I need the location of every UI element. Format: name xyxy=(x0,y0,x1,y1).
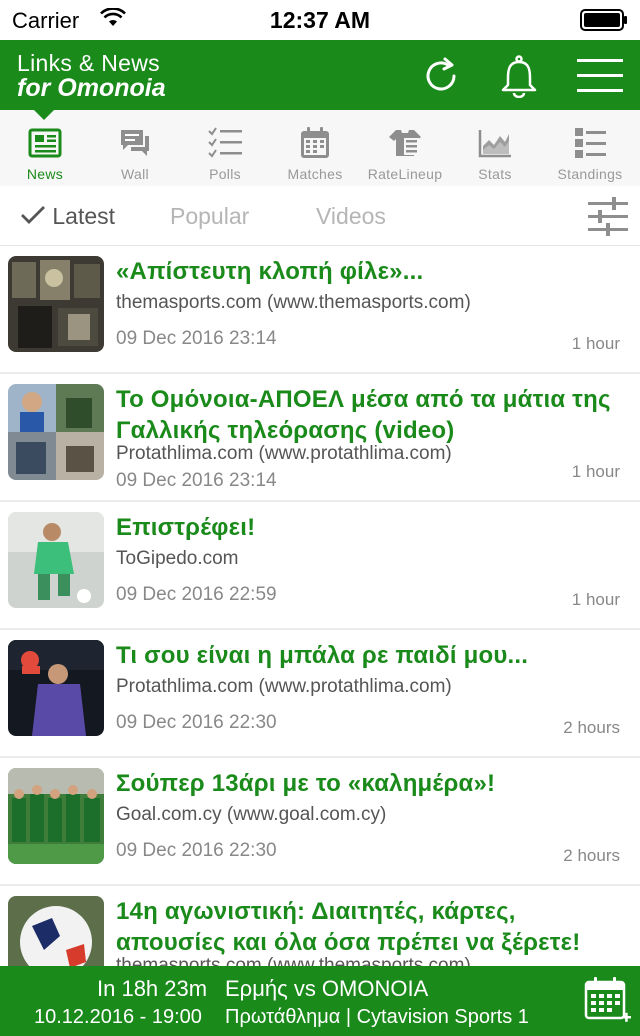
news-icon xyxy=(28,128,62,158)
status-bar: Carrier 12:37 AM xyxy=(0,0,640,40)
clock: 12:37 AM xyxy=(269,7,371,33)
wall-chat-icon xyxy=(121,130,149,156)
news-item[interactable]: Τι σου είναι η μπάλα ρε παιδί μου... Pro… xyxy=(0,630,640,758)
bell-icon xyxy=(501,55,537,98)
checkmark-icon xyxy=(21,206,45,224)
tab-news[interactable]: News xyxy=(0,110,90,186)
news-date: 09 Dec 2016 22:30 xyxy=(116,712,277,733)
add-to-calendar-icon[interactable] xyxy=(584,976,632,1026)
news-list: «Απίστευτη κλοπή φίλε»... themasports.co… xyxy=(0,246,640,966)
news-age: 1 hour xyxy=(571,334,620,353)
active-tab-pointer xyxy=(32,108,56,120)
tab-polls-label: Polls xyxy=(209,166,241,182)
match-competition: Πρωτάθλημα | Cytavision Sports 1 xyxy=(225,1006,529,1028)
next-match-bar[interactable]: In 18h 23m Ερμής vs ΟΜΟΝΟΙΑ 10.12.2016 -… xyxy=(0,966,640,1036)
tab-wall-label: Wall xyxy=(121,166,149,182)
news-source: Goal.com.cy (www.goal.com.cy) xyxy=(116,804,387,825)
news-source: Protathlima.com (www.protathlima.com) xyxy=(116,443,452,464)
battery-icon xyxy=(580,9,627,31)
stats-chart-icon xyxy=(478,130,511,158)
news-source: ToGipedo.com xyxy=(116,548,239,569)
news-item[interactable]: «Απίστευτη κλοπή φίλε»... themasports.co… xyxy=(0,246,640,374)
news-title: «Απίστευτη κλοπή φίλε»... xyxy=(116,258,424,285)
tab-matches-label: Matches xyxy=(287,166,343,182)
news-thumbnail xyxy=(8,768,104,864)
news-date: 09 Dec 2016 22:30 xyxy=(116,840,277,861)
refresh-button[interactable] xyxy=(417,52,465,100)
tab-standings[interactable]: Standings xyxy=(540,110,640,186)
menu-button[interactable] xyxy=(576,52,624,100)
filter-videos[interactable]: Videos xyxy=(316,203,386,230)
news-thumbnail xyxy=(8,256,104,352)
tab-standings-label: Standings xyxy=(557,166,623,182)
news-date: 09 Dec 2016 22:59 xyxy=(116,584,277,605)
news-title: Επιστρέφει! xyxy=(116,514,256,541)
polls-list-icon xyxy=(208,127,242,158)
news-thumbnail xyxy=(8,384,104,480)
standings-icon xyxy=(575,128,606,158)
news-title: Σούπερ 13άρι με το «καλημέρα»! xyxy=(116,770,496,797)
notifications-button[interactable] xyxy=(495,52,543,100)
news-filter-bar: Latest Popular Videos xyxy=(0,186,640,246)
tab-news-label: News xyxy=(26,166,64,182)
news-title: 14η αγωνιστική: Διαιτητές, κάρτες, απουσ… xyxy=(116,898,581,956)
app-subtitle: for Omonoia xyxy=(17,74,166,102)
tab-stats[interactable]: Stats xyxy=(450,110,540,186)
news-age: 2 hours xyxy=(563,718,620,737)
news-age: 1 hour xyxy=(571,590,620,609)
news-thumbnail xyxy=(8,640,104,736)
refresh-icon xyxy=(426,57,456,91)
news-age: 1 hour xyxy=(571,462,620,481)
news-title: Το Ομόνοια-ΑΠΟΕΛ μέσα από τα μάτια της Γ… xyxy=(116,386,611,444)
tab-stats-label: Stats xyxy=(478,166,512,182)
news-source: themasports.com (www.themasports.com) xyxy=(116,292,471,313)
tab-wall[interactable]: Wall xyxy=(90,110,180,186)
news-thumbnail xyxy=(8,896,104,966)
sliders-settings-icon[interactable] xyxy=(588,196,628,236)
news-title: Τι σου είναι η μπάλα ρε παιδί μου... xyxy=(116,642,529,669)
news-thumbnail xyxy=(8,512,104,608)
news-date: 09 Dec 2016 23:14 xyxy=(116,470,277,491)
news-item[interactable]: Επιστρέφει! ToGipedo.com 09 Dec 2016 22:… xyxy=(0,502,640,630)
match-countdown: In 18h 23m xyxy=(97,976,208,1001)
news-item[interactable]: Το Ομόνοια-ΑΠΟΕΛ μέσα από τα μάτια της Γ… xyxy=(0,374,640,502)
tab-matches[interactable]: Matches xyxy=(270,110,360,186)
menu-icon xyxy=(577,59,623,92)
news-source: Protathlima.com (www.protathlima.com) xyxy=(116,676,452,697)
app-title: Links & News xyxy=(17,50,160,76)
section-tabs: News Wall Polls Matches RateLineup Stats… xyxy=(0,110,640,186)
news-source: themasports.com (www.themasports.com) xyxy=(116,955,471,966)
tab-ratelineup-label: RateLineup xyxy=(367,166,443,182)
news-age: 2 hours xyxy=(563,846,620,865)
jersey-icon xyxy=(389,130,421,156)
filter-latest[interactable]: Latest xyxy=(20,203,115,230)
filter-popular[interactable]: Popular xyxy=(170,203,249,230)
calendar-icon xyxy=(301,127,329,158)
tab-polls[interactable]: Polls xyxy=(180,110,270,186)
match-teams: Ερμής vs ΟΜΟΝΟΙΑ xyxy=(225,976,429,1001)
app-header: Links & News for Omonoia xyxy=(0,40,640,110)
match-datetime: 10.12.2016 - 19:00 xyxy=(34,1006,202,1028)
news-date: 09 Dec 2016 23:14 xyxy=(116,328,277,349)
news-item[interactable]: Σούπερ 13άρι με το «καλημέρα»! Goal.com.… xyxy=(0,758,640,886)
news-item[interactable]: 14η αγωνιστική: Διαιτητές, κάρτες, απουσ… xyxy=(0,886,640,966)
filter-latest-label: Latest xyxy=(52,203,116,229)
tab-ratelineup[interactable]: RateLineup xyxy=(360,110,450,186)
